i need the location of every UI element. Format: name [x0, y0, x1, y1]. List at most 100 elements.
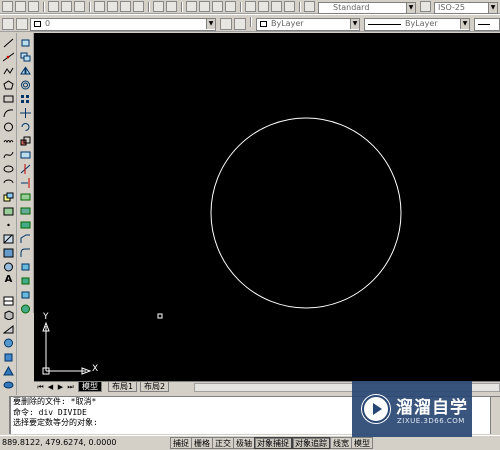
plot-preview-icon[interactable] [61, 1, 72, 12]
open-file-icon[interactable] [15, 1, 26, 12]
extend-icon[interactable] [20, 178, 31, 188]
revision-cloud-icon[interactable] [3, 136, 14, 146]
layer-select[interactable]: 0 ▼ [30, 18, 216, 31]
fillet-icon[interactable] [20, 248, 31, 258]
snap-toggle[interactable]: 捕捉 [170, 437, 192, 449]
chevron-down-icon[interactable]: ▼ [460, 19, 469, 29]
zoom-window-icon[interactable] [212, 1, 223, 12]
edit-spline-icon[interactable] [20, 304, 31, 314]
break-icon[interactable] [20, 206, 31, 216]
tab-layout1[interactable]: 布局1 [108, 382, 138, 392]
zoom-previous-icon[interactable] [225, 1, 236, 12]
3d-torus-icon[interactable] [3, 380, 14, 390]
color-control-select[interactable]: ByLayer ▼ [256, 18, 360, 31]
region-icon[interactable] [3, 262, 14, 272]
coordinate-display[interactable]: 889.8122, 479.6274, 0.0000 [2, 437, 117, 449]
gradient-icon[interactable] [3, 248, 14, 258]
cut-icon[interactable] [94, 1, 105, 12]
ellipse-icon[interactable] [3, 164, 14, 174]
chevron-down-icon[interactable]: ▼ [350, 19, 359, 29]
trim-icon[interactable] [20, 164, 31, 174]
save-icon[interactable] [28, 1, 39, 12]
multiline-text-icon[interactable]: A [3, 275, 14, 285]
polygon-icon[interactable] [3, 80, 14, 90]
tab-model[interactable]: 模型 [78, 382, 102, 392]
print-icon[interactable] [48, 1, 59, 12]
layer-manager-icon[interactable] [2, 18, 14, 30]
insert-block-icon[interactable] [3, 192, 14, 202]
spline-icon[interactable] [3, 150, 14, 160]
arc-icon[interactable] [3, 108, 14, 118]
3d-cylinder-icon[interactable] [3, 352, 14, 362]
offset-icon[interactable] [20, 80, 31, 90]
make-block-icon[interactable] [3, 206, 14, 216]
zoom-realtime-icon[interactable] [199, 1, 210, 12]
explode-icon[interactable] [20, 262, 31, 272]
publish-icon[interactable] [74, 1, 85, 12]
lightbulb-icon[interactable] [16, 18, 28, 30]
undo-icon[interactable] [153, 1, 164, 12]
chamfer-icon[interactable] [20, 234, 31, 244]
polyline-icon[interactable] [3, 66, 14, 76]
first-tab-icon[interactable]: ⏮ [36, 383, 45, 392]
match-properties-icon[interactable] [133, 1, 144, 12]
3d-box-icon[interactable] [3, 310, 14, 320]
model-toggle[interactable]: 模型 [351, 437, 373, 449]
construction-line-icon[interactable] [3, 52, 14, 62]
ellipse-arc-icon[interactable] [3, 178, 14, 188]
erase-icon[interactable] [20, 38, 31, 48]
scale-icon[interactable] [20, 136, 31, 146]
new-file-icon[interactable] [2, 1, 13, 12]
text-style-select[interactable]: Standard ▼ [318, 2, 416, 14]
osnap-toggle[interactable]: 对象捕捉 [254, 437, 292, 449]
properties-icon[interactable] [245, 1, 256, 12]
make-current-layer-icon[interactable] [220, 18, 232, 30]
break-at-point-icon[interactable] [20, 192, 31, 202]
ortho-toggle[interactable]: 正交 [212, 437, 234, 449]
circle-icon[interactable] [3, 122, 14, 132]
copy-object-icon[interactable] [20, 52, 31, 62]
otrack-toggle[interactable]: 对象追踪 [292, 437, 330, 449]
mirror-icon[interactable] [20, 66, 31, 76]
edit-polyline-icon[interactable] [20, 276, 31, 286]
line-icon[interactable] [3, 38, 14, 48]
help-icon[interactable] [284, 1, 295, 12]
chevron-down-icon[interactable]: ▼ [206, 19, 215, 29]
3d-sphere-icon[interactable] [3, 338, 14, 348]
edit-hatch-icon[interactable] [20, 290, 31, 300]
polar-toggle[interactable]: 极轴 [233, 437, 255, 449]
tab-layout2[interactable]: 布局2 [140, 382, 170, 392]
lineweight-toggle[interactable]: 线宽 [330, 437, 352, 449]
linetype-control-select[interactable]: ByLayer ▼ [364, 18, 470, 31]
paste-icon[interactable] [120, 1, 131, 12]
lineweight-control-select[interactable] [474, 18, 500, 31]
redo-icon[interactable] [166, 1, 177, 12]
rotate-icon[interactable] [20, 122, 31, 132]
rectangle-icon[interactable] [3, 94, 14, 104]
drawn-circle[interactable] [210, 117, 402, 309]
stretch-icon[interactable] [20, 150, 31, 160]
design-center-icon[interactable] [258, 1, 269, 12]
next-tab-icon[interactable]: ▶ [56, 383, 65, 392]
view-icon[interactable] [3, 296, 14, 306]
join-icon[interactable] [20, 220, 31, 230]
grid-toggle[interactable]: 栅格 [191, 437, 213, 449]
chevron-down-icon[interactable]: ▼ [488, 3, 497, 13]
move-icon[interactable] [20, 108, 31, 118]
point-icon[interactable] [3, 220, 14, 230]
array-icon[interactable] [20, 94, 31, 104]
command-scrollbar[interactable] [490, 397, 500, 434]
command-window-grip[interactable] [0, 396, 10, 434]
chevron-down-icon[interactable]: ▼ [406, 3, 415, 13]
layer-previous-icon[interactable] [234, 18, 246, 30]
pan-icon[interactable] [186, 1, 197, 12]
copy-icon[interactable] [107, 1, 118, 12]
dim-style-select[interactable]: ISO-25 ▼ [434, 2, 498, 14]
3d-cone-icon[interactable] [3, 366, 14, 376]
previous-tab-icon[interactable]: ◀ [46, 383, 55, 392]
drawing-canvas[interactable]: Y X [34, 33, 500, 381]
last-tab-icon[interactable]: ⏭ [66, 383, 75, 392]
hatch-icon[interactable] [3, 234, 14, 244]
tool-palettes-icon[interactable] [271, 1, 282, 12]
3d-wedge-icon[interactable] [3, 324, 14, 334]
